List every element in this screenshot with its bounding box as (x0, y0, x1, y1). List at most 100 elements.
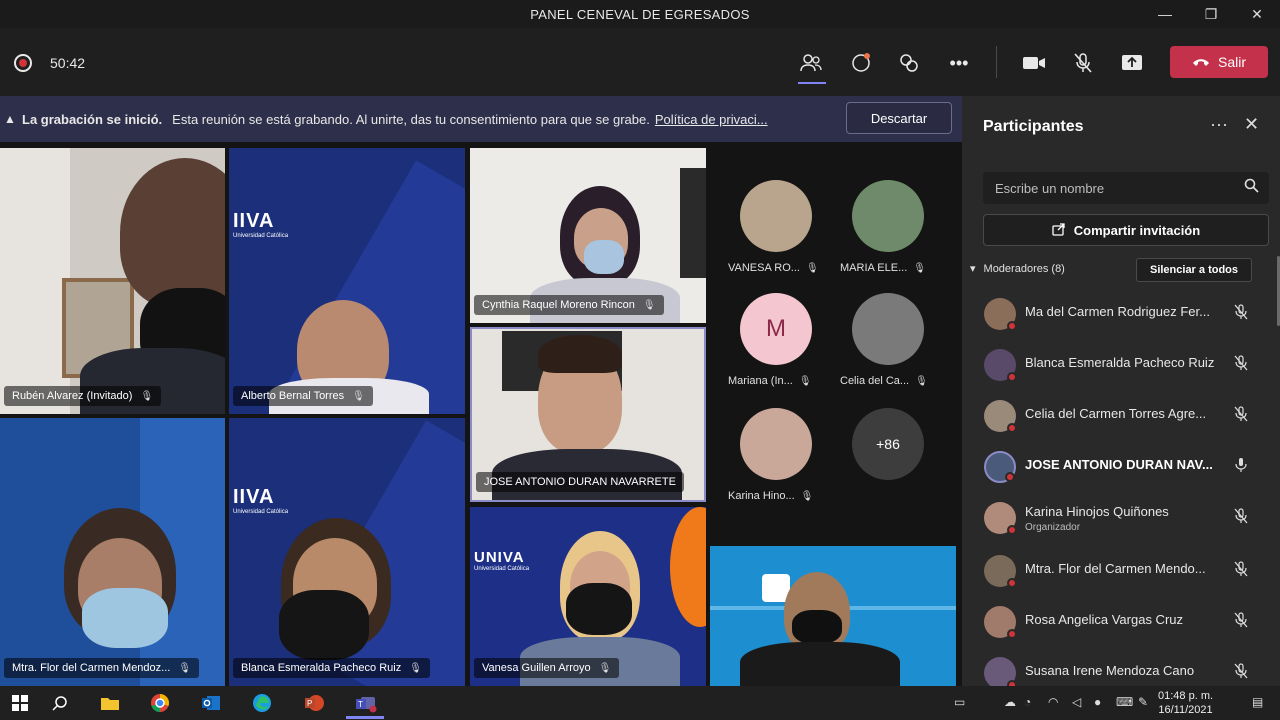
univa-logo: IIVA Universidad Católica (233, 210, 289, 239)
reactions-icon[interactable] (894, 48, 924, 78)
avatar (984, 555, 1017, 588)
close-icon[interactable]: ✕ (1244, 114, 1259, 135)
participant-name-label: Rubén Alvarez (Invitado) 🎙 (4, 386, 162, 406)
more-options-icon[interactable]: ••• (944, 48, 974, 78)
video-tile[interactable]: IIVA Universidad Católica Blanca Esmerald… (229, 418, 465, 686)
people-icon[interactable] (796, 48, 826, 78)
notifications-icon[interactable]: ▤ (1252, 695, 1263, 709)
avatar-photo (852, 293, 924, 365)
panel-more-icon[interactable]: ··· (1210, 114, 1228, 135)
participants-panel: Participantes ··· ✕ Escribe un nombre Co… (962, 96, 1280, 686)
search-icon[interactable] (48, 691, 72, 715)
app-tray-icon[interactable]: ● (1094, 695, 1101, 709)
participant-list-item[interactable]: Karina Hinojos Quiñones Organizador (962, 494, 1272, 542)
toolbar-separator (996, 46, 997, 78)
moderators-section-toggle[interactable]: ▾ Moderadores (8) (970, 262, 1065, 276)
avatar (984, 657, 1017, 686)
keyboard-icon[interactable]: ⌨ (1116, 695, 1133, 709)
chrome-icon[interactable] (148, 691, 172, 715)
participant-avatar[interactable] (740, 408, 812, 480)
battery-icon[interactable]: ▭ (954, 695, 965, 709)
univa-logo: UNIVA Universidad Católica (474, 549, 530, 572)
mic-off-icon (1234, 663, 1248, 682)
powerpoint-icon[interactable]: P (302, 691, 326, 715)
share-icon (1052, 222, 1066, 239)
search-icon (1244, 178, 1259, 197)
onedrive-icon[interactable]: ☁ (1004, 695, 1016, 709)
participant-list-item[interactable]: Blanca Esmeralda Pacheco Ruiz (962, 341, 1272, 389)
search-placeholder: Escribe un nombre (995, 180, 1105, 196)
mic-off-icon: 🎙 (800, 490, 814, 502)
mic-off-icon: 🎙 (915, 375, 928, 387)
organizer-role-label: Organizador (1025, 522, 1081, 533)
mic-off-icon (1234, 406, 1248, 425)
participant-avatar[interactable] (852, 293, 924, 365)
participant-name-label: Alberto Bernal Torres 🎙 (233, 386, 373, 406)
mute-all-button[interactable]: Silenciar a todos (1136, 258, 1252, 282)
windows-start-icon[interactable] (8, 691, 32, 715)
participant-list-item[interactable]: JOSE ANTONIO DURAN NAV... (962, 443, 1272, 491)
meeting-toolbar: 50:42 ••• Salir (0, 28, 1280, 96)
video-tile[interactable]: Rubén Alvarez (Invitado) 🎙 (0, 148, 225, 414)
participant-avatar[interactable] (740, 180, 812, 252)
mic-on-icon (1234, 457, 1248, 476)
restore-button[interactable]: ❐ (1188, 0, 1234, 28)
video-tile-active-speaker[interactable]: JOSE ANTONIO DURAN NAVARRETE (470, 327, 706, 502)
svg-text:T: T (358, 700, 363, 709)
dismiss-button[interactable]: Descartar (846, 102, 952, 134)
outlook-icon[interactable] (199, 691, 223, 715)
chat-icon[interactable] (846, 48, 876, 78)
participant-avatar[interactable] (852, 180, 924, 252)
mic-off-icon[interactable] (1068, 48, 1098, 78)
svg-text:P: P (307, 699, 312, 708)
participant-list-item[interactable]: Rosa Angelica Vargas Cruz (962, 598, 1272, 646)
privacy-policy-link[interactable]: Política de privaci... (655, 112, 768, 127)
leave-button[interactable]: Salir (1170, 46, 1268, 78)
video-tile[interactable]: Cynthia Raquel Moreno Rincon 🎙 (470, 148, 706, 323)
file-explorer-icon[interactable] (98, 691, 122, 715)
participant-list-item[interactable]: Celia del Carmen Torres Agre... (962, 392, 1272, 440)
participant-name-label: Blanca Esmeralda Pacheco Ruiz 🎙 (233, 658, 430, 678)
share-tray-icon[interactable] (1117, 48, 1147, 78)
share-invite-button[interactable]: Compartir invitación (983, 214, 1269, 246)
banner-text: Esta reunión se está grabando. Al unirte… (172, 111, 650, 127)
volume-icon[interactable]: ◁ (1072, 695, 1081, 709)
network-icon[interactable]: ◔ (1024, 695, 1031, 709)
mic-off-icon: 🎙 (642, 299, 656, 311)
taskbar-clock[interactable]: 01:48 p. m. 16/11/2021 (1158, 689, 1213, 717)
mic-off-icon: 🎙 (178, 662, 192, 674)
teams-icon[interactable]: T (354, 691, 378, 715)
wifi-icon[interactable]: ◠ (1048, 695, 1058, 709)
recording-banner: ▲ La grabación se inició. Esta reunión s… (0, 96, 962, 142)
chevron-down-icon: ▾ (970, 263, 976, 275)
more-participants-count: +86 (876, 436, 900, 452)
participant-list-item[interactable]: Ma del Carmen Rodriguez Fer... (962, 290, 1272, 338)
avatar (984, 451, 1016, 483)
warning-icon: ▲ (4, 112, 16, 126)
participant-list-item[interactable]: Susana Irene Mendoza Cano (962, 649, 1272, 686)
pen-icon[interactable]: ✎ (1138, 695, 1148, 709)
window-controls: — ❐ ✕ (1142, 0, 1280, 28)
participant-avatar[interactable]: M (740, 293, 812, 365)
mic-off-icon: 🎙 (140, 390, 154, 402)
people-tab-underline (798, 82, 826, 84)
participant-search-input[interactable]: Escribe un nombre (983, 172, 1269, 204)
participant-name-label: Mtra. Flor del Carmen Mendoz... 🎙 (4, 658, 200, 678)
panel-title: Participantes (983, 118, 1084, 135)
video-tile[interactable]: Mtra. Flor del Carmen Mendoz... 🎙 (0, 418, 225, 686)
edge-icon[interactable] (250, 691, 274, 715)
camera-icon[interactable] (1019, 48, 1049, 78)
participant-name-label: Vanesa Guillen Arroyo 🎙 (474, 658, 620, 678)
participant-name-label: Cynthia Raquel Moreno Rincon 🎙 (474, 295, 664, 315)
mic-off-icon (1234, 304, 1248, 323)
avatar (984, 502, 1017, 535)
close-window-button[interactable]: ✕ (1234, 0, 1280, 28)
minimize-button[interactable]: — (1142, 0, 1188, 28)
more-participants-button[interactable]: +86 (852, 408, 924, 480)
participant-list-item[interactable]: Mtra. Flor del Carmen Mendo... (962, 547, 1272, 595)
video-tile[interactable]: UNIVA Universidad Católica Vanesa Guillen… (470, 507, 706, 686)
video-tile[interactable] (710, 546, 956, 686)
video-tile[interactable]: IIVA Universidad Católica Alberto Bernal … (229, 148, 465, 414)
mic-off-icon (1234, 355, 1248, 374)
leave-label: Salir (1217, 54, 1246, 70)
